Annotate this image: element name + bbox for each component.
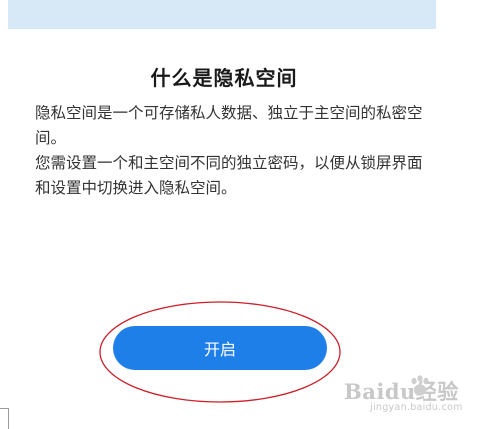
corner-divider [0, 408, 9, 429]
highlight-ellipse-annotation [99, 301, 341, 403]
baidu-watermark: Baidu经验 jingyan.baidu.com [344, 374, 480, 424]
description-paragraph-1: 隐私空间是一个可存储私人数据、独立于主空间的私密空间。 [35, 104, 423, 147]
top-banner [8, 0, 436, 29]
description-paragraph-2: 您需设置一个和主空间不同的独立密码，以便从锁屏界面和设置中切换进入隐私空间。 [35, 154, 423, 197]
description: 隐私空间是一个可存储私人数据、独立于主空间的私密空间。 您需设置一个和主空间不同… [35, 101, 425, 201]
watermark-url: jingyan.baidu.com [370, 402, 463, 413]
paw-icon [411, 375, 429, 396]
page-title: 什么是隐私空间 [150, 66, 298, 90]
